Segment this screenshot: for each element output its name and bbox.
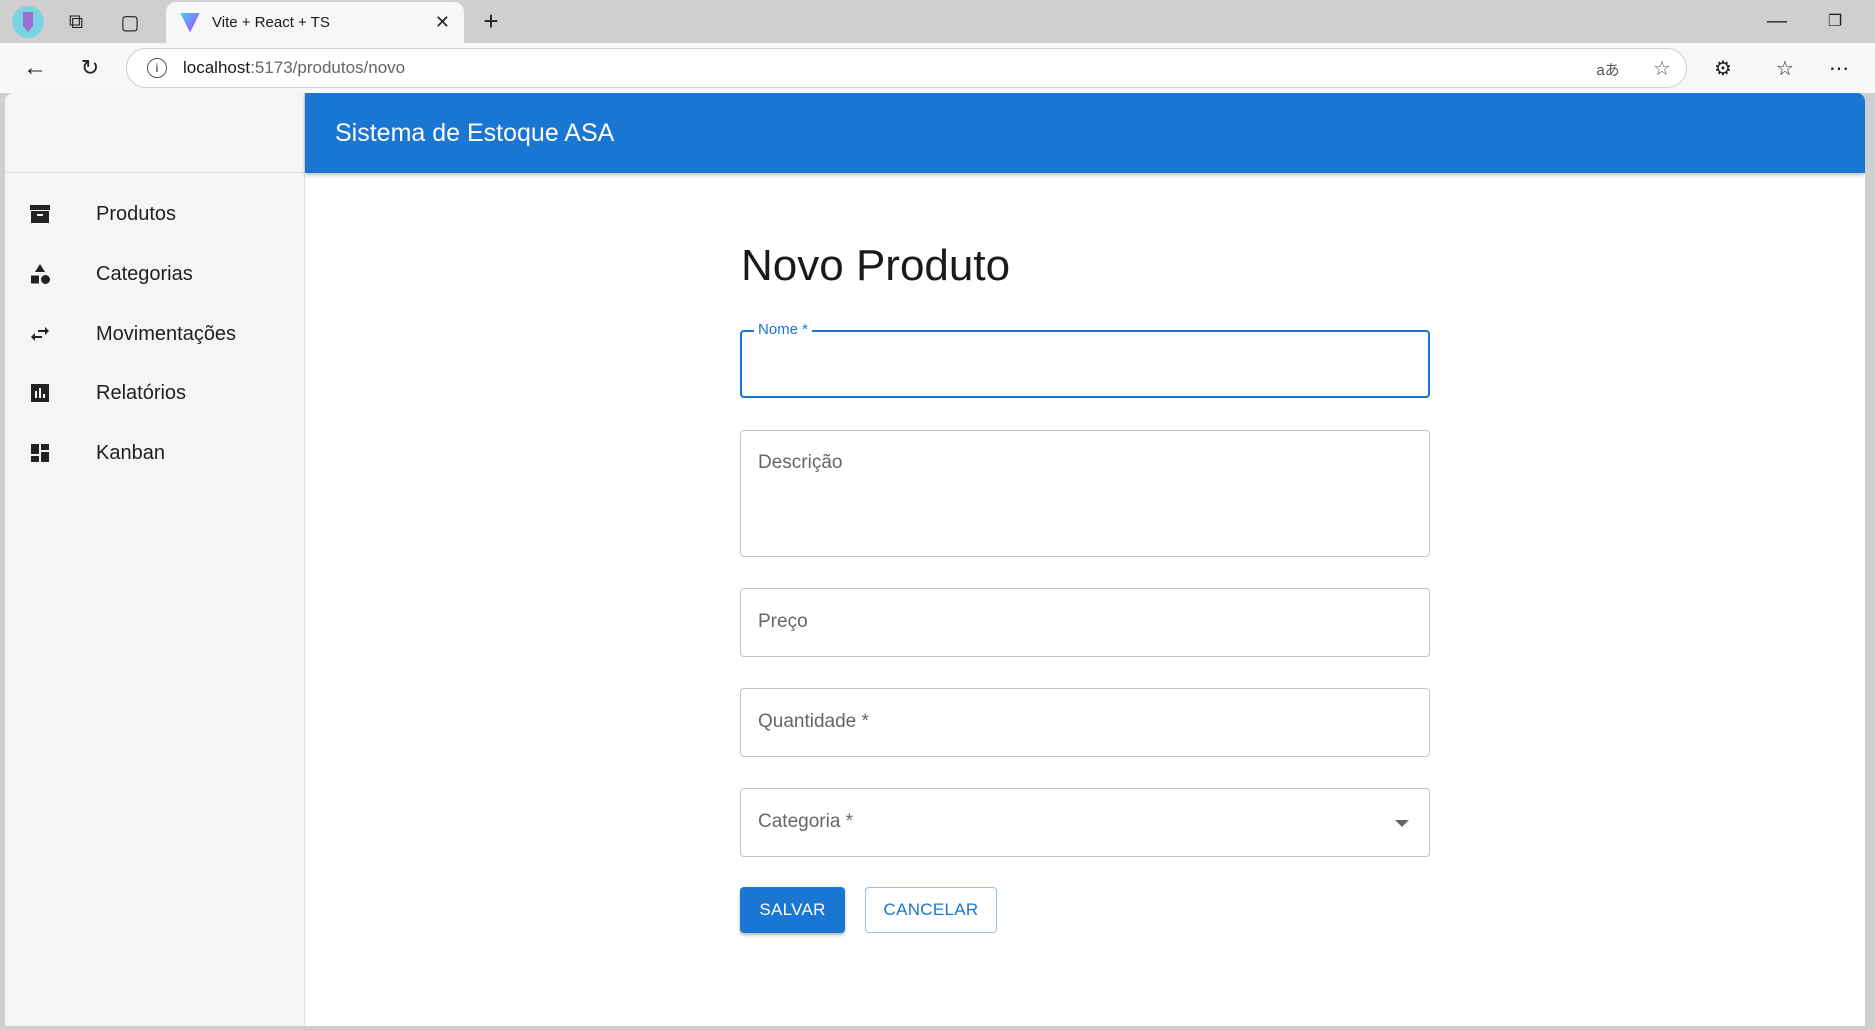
back-icon[interactable]: ← xyxy=(20,53,50,83)
chevron-down-icon[interactable] xyxy=(1395,820,1409,827)
nome-field[interactable]: Nome * xyxy=(740,321,1430,398)
app-header: Sistema de Estoque ASA xyxy=(305,93,1865,173)
sidebar-item-label: Movimentações xyxy=(96,322,237,345)
quantidade-label: Quantidade * xyxy=(758,711,869,732)
browser-tab[interactable]: Vite + React + TS ✕ xyxy=(166,2,464,43)
bookmark-star-icon[interactable]: ☆ xyxy=(1649,55,1675,81)
vite-logo-icon xyxy=(180,12,200,33)
favorites-icon[interactable]: ☆ xyxy=(1770,53,1800,83)
app-window: Produtos Categorias Movimentações Relató… xyxy=(5,93,1865,1026)
dashboard-icon xyxy=(27,440,53,466)
vertical-tabs-icon[interactable]: ▢ xyxy=(116,8,144,36)
sidebar-item-movimentacoes[interactable]: Movimentações xyxy=(5,304,305,364)
descricao-field[interactable]: Descrição xyxy=(740,430,1430,557)
page-title: Novo Produto xyxy=(741,241,1011,290)
translate-icon[interactable]: aあ xyxy=(1595,57,1621,81)
more-icon[interactable]: ⋯ xyxy=(1824,53,1854,83)
quantidade-field[interactable]: Quantidade * xyxy=(740,688,1430,757)
save-button[interactable]: SALVAR xyxy=(740,887,845,933)
sidebar-item-produtos[interactable]: Produtos xyxy=(5,184,305,244)
sidebar-item-label: Kanban xyxy=(96,441,165,464)
profile-icon[interactable] xyxy=(12,6,44,38)
bar-chart-icon xyxy=(27,380,53,406)
sidebar: Produtos Categorias Movimentações Relató… xyxy=(5,93,305,1026)
tab-title: Vite + React + TS xyxy=(212,14,330,31)
sidebar-item-label: Categorias xyxy=(96,262,193,285)
minimize-icon[interactable]: — xyxy=(1762,6,1792,36)
preco-label: Preço xyxy=(758,611,808,632)
sidebar-header xyxy=(5,93,304,173)
app-title: Sistema de Estoque ASA xyxy=(335,118,615,147)
workspaces-icon[interactable]: ⧉ xyxy=(62,8,90,36)
close-tab-icon[interactable]: ✕ xyxy=(435,12,450,33)
swap-icon xyxy=(27,321,53,347)
sidebar-item-label: Relatórios xyxy=(96,381,187,404)
sidebar-item-label: Produtos xyxy=(96,202,177,225)
reload-icon[interactable]: ↻ xyxy=(75,53,105,83)
archive-icon xyxy=(27,201,53,227)
sidebar-item-relatorios[interactable]: Relatórios xyxy=(5,363,305,423)
cancel-button[interactable]: CANCELAR xyxy=(865,887,997,933)
nome-label: Nome * xyxy=(754,321,813,338)
preco-field[interactable]: Preço xyxy=(740,588,1430,657)
categoria-select[interactable]: Categoria * xyxy=(740,788,1430,857)
extensions-icon[interactable]: ⚙ xyxy=(1708,53,1738,83)
categoria-label: Categoria * xyxy=(758,811,854,832)
url-host: localhost xyxy=(183,58,251,77)
site-info-icon[interactable]: i xyxy=(147,58,167,78)
descricao-label: Descrição xyxy=(758,452,843,473)
new-tab-icon[interactable]: + xyxy=(476,6,506,36)
restore-icon[interactable]: ❐ xyxy=(1820,6,1850,36)
sidebar-item-kanban[interactable]: Kanban xyxy=(5,423,305,483)
address-bar[interactable]: i localhost:5173/produtos/novo aあ ☆ xyxy=(126,48,1687,88)
sidebar-item-categorias[interactable]: Categorias xyxy=(5,244,305,304)
browser-tab-bar: ⧉ ▢ Vite + React + TS ✕ + — ❐ xyxy=(0,0,1875,43)
url-path: :5173/produtos/novo xyxy=(250,58,406,77)
category-icon xyxy=(27,261,53,287)
